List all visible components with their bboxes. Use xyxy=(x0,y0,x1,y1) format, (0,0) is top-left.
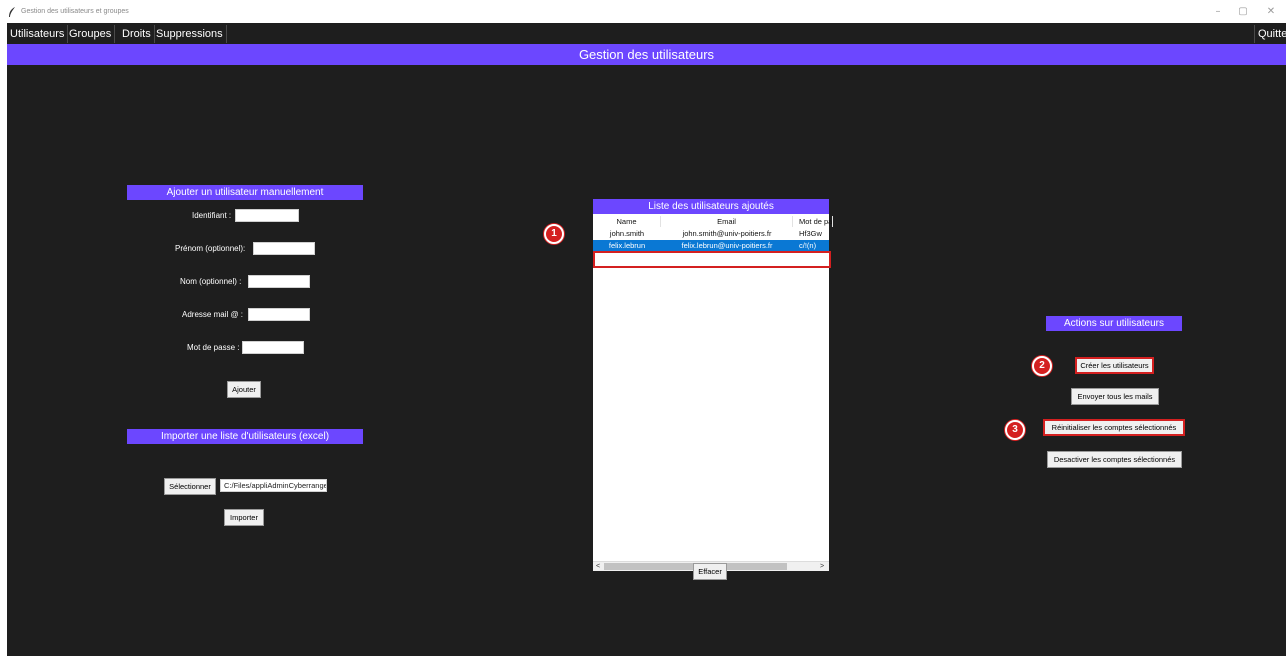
window-titlebar: Gestion des utilisateurs et groupes – ▢ … xyxy=(0,0,1286,23)
select-file-button[interactable]: Sélectionner xyxy=(164,478,216,495)
table-row-selected[interactable]: felix.lebrun felix.lebrun@univ-poitiers.… xyxy=(593,240,829,251)
cell-name: john.smith xyxy=(609,229,645,238)
cell-email: felix.lebrun@univ-poitiers.fr xyxy=(681,241,773,250)
file-path-field[interactable]: C:/Files/appliAdminCyberrange xyxy=(220,479,327,492)
cell-password: Hf3Gw xyxy=(799,229,822,238)
column-header-password[interactable]: Mot de passe xyxy=(793,216,833,227)
page-title: Gestion des utilisateurs xyxy=(7,44,1286,65)
add-user-button[interactable]: Ajouter xyxy=(227,381,261,398)
annotation-badge-1: 1 xyxy=(544,224,564,244)
column-header-name[interactable]: Name xyxy=(593,216,661,227)
import-header: Importer une liste d'utilisateurs (excel… xyxy=(127,429,363,444)
password-label: Mot de passe : xyxy=(187,343,240,352)
selection-highlight xyxy=(593,251,831,268)
feather-icon xyxy=(5,5,19,19)
send-mails-button[interactable]: Envoyer tous les mails xyxy=(1071,388,1159,405)
user-list-header: Liste des utilisateurs ajoutés xyxy=(593,199,829,214)
manual-add-header: Ajouter un utilisateur manuellement xyxy=(127,185,363,200)
identifiant-label: Identifiant : xyxy=(192,211,232,220)
nom-label: Nom (optionnel) : xyxy=(180,277,242,286)
cell-password: c/!(n) xyxy=(799,241,817,250)
annotation-badge-3: 3 xyxy=(1005,420,1025,440)
column-header-email[interactable]: Email xyxy=(661,216,793,227)
close-icon[interactable]: ✕ xyxy=(1259,0,1283,23)
password-field[interactable] xyxy=(242,341,304,354)
scroll-right-icon[interactable]: > xyxy=(817,562,827,571)
cell-name: felix.lebrun xyxy=(608,241,646,250)
actions-header: Actions sur utilisateurs xyxy=(1046,316,1182,331)
nom-field[interactable] xyxy=(248,275,310,288)
menu-item-droits[interactable]: Droits xyxy=(119,25,155,43)
menu-item-utilisateurs[interactable]: Utilisateurs xyxy=(7,25,69,43)
quit-button[interactable]: Quitter xyxy=(1254,25,1286,43)
email-label: Adresse mail @ : xyxy=(182,310,244,319)
annotation-badge-2: 2 xyxy=(1032,356,1052,376)
menu-bar: Utilisateurs Groupes Droits Suppressions… xyxy=(7,23,1286,44)
scroll-left-icon[interactable]: < xyxy=(593,562,603,571)
clear-button[interactable]: Effacer xyxy=(693,563,727,580)
maximize-icon[interactable]: ▢ xyxy=(1231,0,1255,23)
minimize-icon[interactable]: – xyxy=(1206,0,1230,23)
prenom-field[interactable] xyxy=(253,242,315,255)
table-row[interactable]: john.smith john.smith@univ-poitiers.fr H… xyxy=(593,228,829,239)
import-button[interactable]: Importer xyxy=(224,509,264,526)
menu-item-suppressions[interactable]: Suppressions xyxy=(153,25,227,43)
prenom-label: Prénom (optionnel): xyxy=(175,244,246,253)
identifiant-field[interactable] xyxy=(235,209,299,222)
email-field[interactable] xyxy=(248,308,310,321)
window-title: Gestion des utilisateurs et groupes xyxy=(21,8,129,15)
cell-email: john.smith@univ-poitiers.fr xyxy=(682,229,772,238)
menu-item-groupes[interactable]: Groupes xyxy=(66,25,116,43)
deactivate-accounts-button[interactable]: Desactiver les comptes sélectionnés xyxy=(1047,451,1182,468)
create-users-button[interactable]: Créer les utilisateurs xyxy=(1075,357,1154,374)
reset-accounts-button[interactable]: Réinitialiser les comptes sélectionnés xyxy=(1043,419,1185,436)
app-window: Utilisateurs Groupes Droits Suppressions… xyxy=(7,23,1286,656)
